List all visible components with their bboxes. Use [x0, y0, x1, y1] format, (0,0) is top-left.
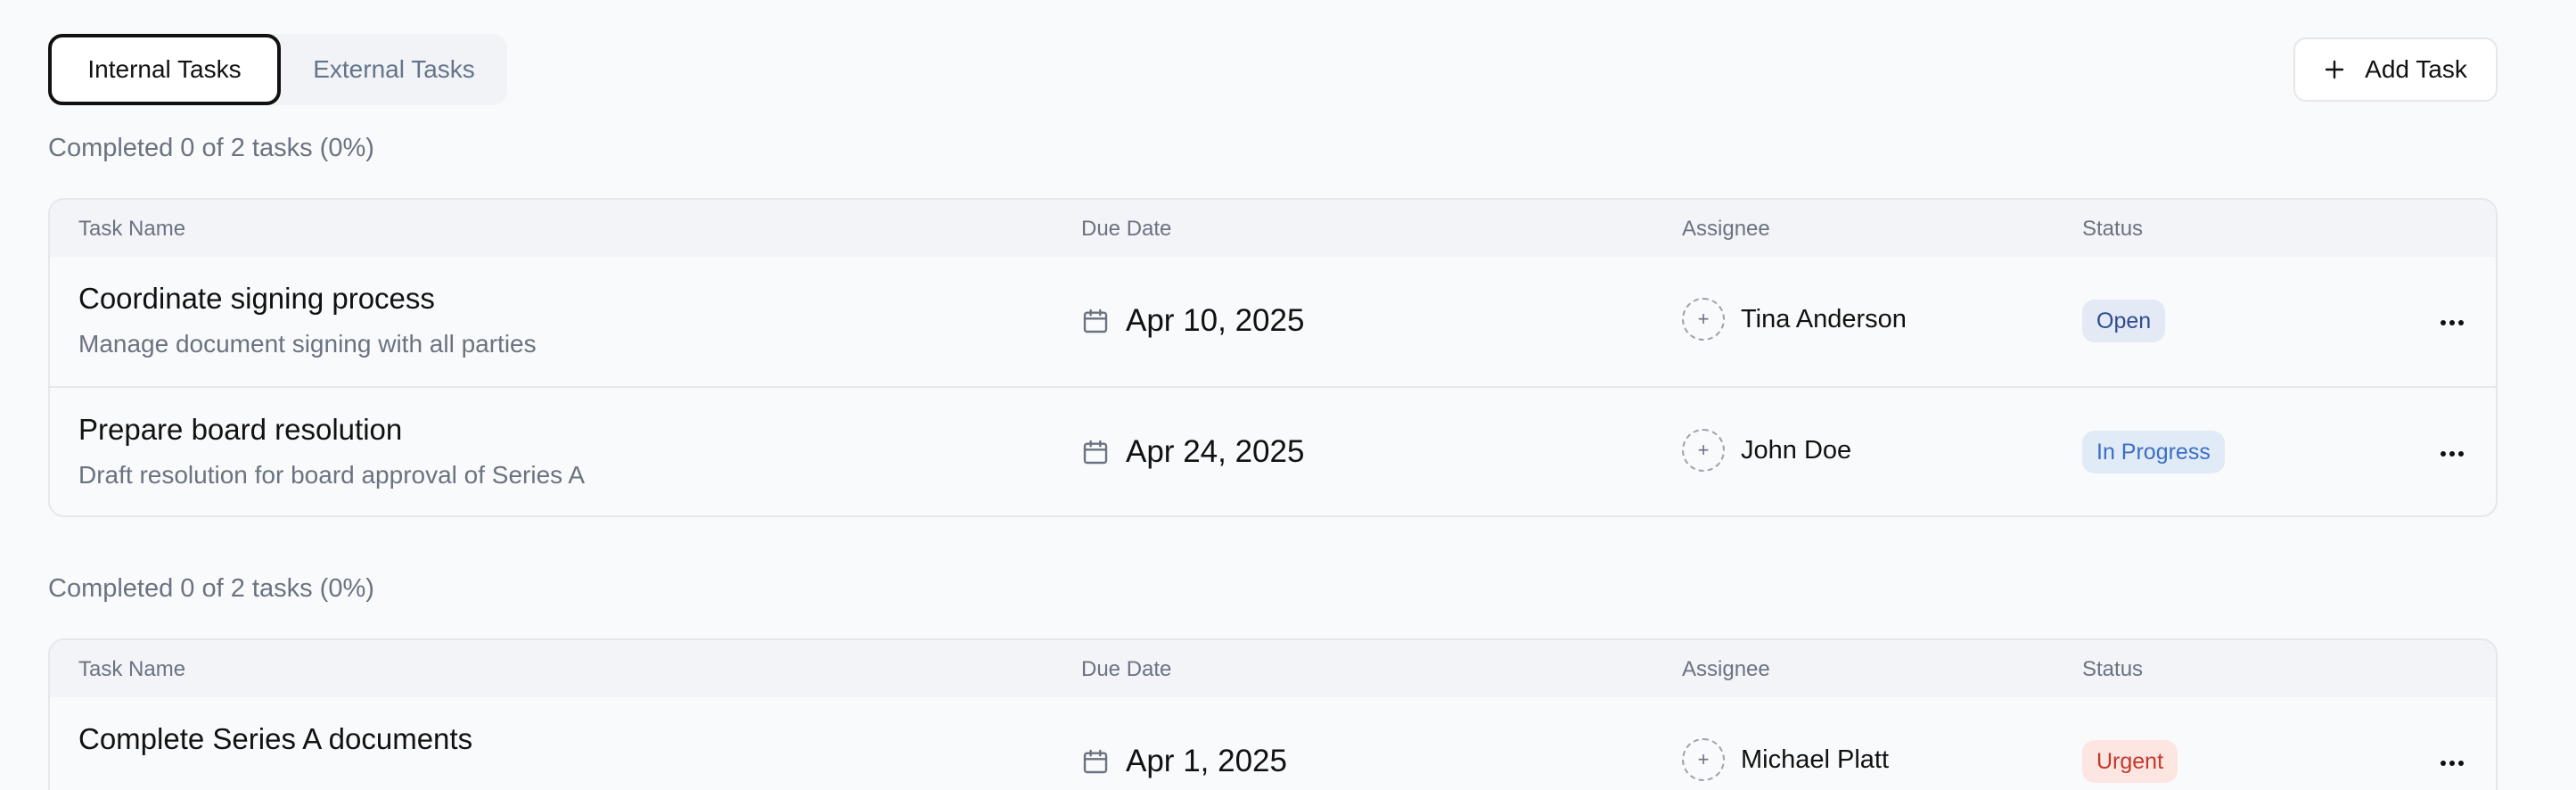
calendar-icon — [1083, 309, 1108, 333]
column-header-assignee: Assignee — [1682, 217, 1770, 241]
task-description: Draft resolution for board approval of S… — [78, 461, 586, 489]
task-title[interactable]: Coordinate signing process — [78, 282, 435, 316]
calendar-icon — [1083, 749, 1108, 774]
table-row[interactable]: Coordinate signing process Manage docume… — [50, 257, 2496, 386]
column-header-assignee: Assignee — [1682, 657, 1770, 681]
add-person-icon[interactable]: + — [1682, 429, 1725, 472]
completion-summary: Completed 0 of 2 tasks (0%) — [48, 574, 374, 603]
add-task-label: Add Task — [2365, 55, 2467, 83]
due-date[interactable]: Apr 24, 2025 — [1081, 434, 1304, 470]
status-badge[interactable]: Urgent — [2082, 740, 2178, 783]
table-header: Task Name Due Date Assignee Status — [50, 200, 2496, 257]
task-tabs: Internal Tasks External Tasks — [48, 34, 507, 105]
table-header: Task Name Due Date Assignee Status — [50, 640, 2496, 697]
status-badge[interactable]: In Progress — [2082, 431, 2225, 473]
more-horizontal-icon[interactable] — [2434, 436, 2470, 472]
add-person-icon[interactable]: + — [1682, 298, 1725, 341]
due-date-text: Apr 1, 2025 — [1126, 744, 1287, 778]
column-header-due-date: Due Date — [1081, 657, 1172, 681]
tab-external-tasks[interactable]: External Tasks — [281, 34, 507, 105]
due-date-text: Apr 10, 2025 — [1126, 303, 1305, 338]
task-title[interactable]: Prepare board resolution — [78, 413, 402, 447]
add-task-button[interactable]: Add Task — [2293, 37, 2498, 102]
column-header-task-name: Task Name — [78, 657, 186, 681]
completion-summary: Completed 0 of 2 tasks (0%) — [48, 134, 374, 162]
due-date[interactable]: Apr 1, 2025 — [1081, 744, 1287, 779]
due-date[interactable]: Apr 10, 2025 — [1081, 303, 1304, 339]
add-person-icon[interactable]: + — [1682, 738, 1725, 781]
column-header-status: Status — [2082, 217, 2144, 241]
assignee-name: Tina Anderson — [1741, 304, 1907, 333]
task-page: Internal Tasks External Tasks Add Task C… — [0, 0, 2576, 790]
task-table: Task Name Due Date Assignee Status Coord… — [48, 198, 2498, 517]
plus-icon — [2325, 60, 2344, 79]
assignee-name: Michael Platt — [1741, 745, 1890, 774]
column-header-task-name: Task Name — [78, 217, 186, 241]
task-description: Manage document signing with all parties — [78, 330, 537, 358]
task-toolbar: Internal Tasks External Tasks Add Task — [48, 34, 2498, 105]
more-horizontal-icon[interactable] — [2434, 305, 2470, 341]
assignee[interactable]: + Tina Anderson — [1682, 298, 1907, 341]
calendar-icon — [1083, 440, 1108, 465]
column-header-due-date: Due Date — [1081, 217, 1172, 241]
task-title[interactable]: Complete Series A documents — [78, 722, 472, 756]
status-badge[interactable]: Open — [2082, 300, 2166, 342]
tab-internal-tasks[interactable]: Internal Tasks — [48, 34, 281, 105]
more-horizontal-icon[interactable] — [2434, 745, 2470, 781]
assignee[interactable]: + Michael Platt — [1682, 738, 1889, 781]
table-row[interactable]: Complete Series A documents Apr 1, 2025 … — [50, 697, 2496, 790]
due-date-text: Apr 24, 2025 — [1126, 434, 1305, 469]
column-header-status: Status — [2082, 657, 2144, 681]
assignee-name: John Doe — [1741, 435, 1852, 465]
assignee[interactable]: + John Doe — [1682, 429, 1851, 472]
table-row[interactable]: Prepare board resolution Draft resolutio… — [50, 386, 2496, 515]
task-table: Task Name Due Date Assignee Status Compl… — [48, 638, 2498, 790]
